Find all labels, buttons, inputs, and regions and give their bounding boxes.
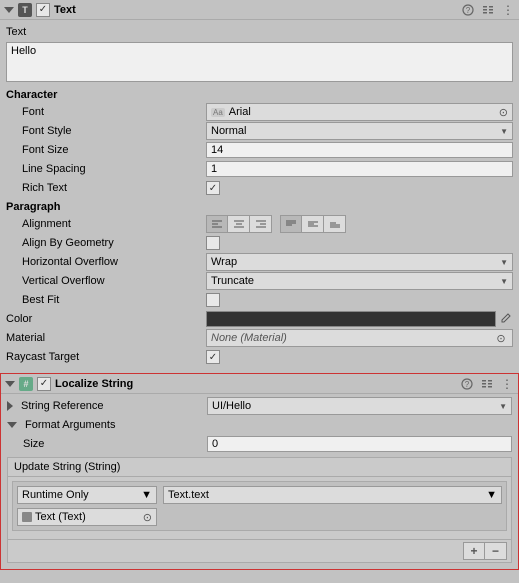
localize-component-header[interactable]: # ✓ Localize String ? ⋮ <box>1 374 518 394</box>
target-object-field[interactable]: Text (Text) ⊙ <box>17 508 157 526</box>
chevron-down-icon: ▼ <box>141 489 152 501</box>
remove-listener-button[interactable]: − <box>485 542 507 560</box>
stringref-dropdown[interactable]: UI/Hello ▼ <box>207 397 512 415</box>
localize-string-component: # ✓ Localize String ? ⋮ String Reference… <box>0 373 519 570</box>
hoverflow-value: Wrap <box>211 256 237 268</box>
richtext-checkbox[interactable]: ✓ <box>206 181 220 195</box>
font-value: Arial <box>229 106 251 118</box>
presets-icon[interactable] <box>481 3 495 17</box>
event-title: Update String (String) <box>8 458 511 477</box>
align-right-button[interactable] <box>250 215 272 233</box>
foldout-toggle[interactable] <box>7 401 13 411</box>
stringref-value: UI/Hello <box>212 400 251 412</box>
character-section: Character <box>6 89 513 101</box>
material-value: None (Material) <box>211 332 287 344</box>
foldout-toggle[interactable] <box>5 381 15 387</box>
align-center-button[interactable] <box>228 215 250 233</box>
text-textarea[interactable]: Hello <box>6 42 513 82</box>
alignment-label: Alignment <box>6 218 206 230</box>
material-label: Material <box>6 332 206 344</box>
hoverflow-dropdown[interactable]: Wrap ▼ <box>206 253 513 271</box>
fontstyle-dropdown[interactable]: Normal ▼ <box>206 122 513 140</box>
material-field[interactable]: None (Material) ⊙ <box>206 329 513 347</box>
richtext-label: Rich Text <box>6 182 206 194</box>
alignment-buttons <box>206 215 513 233</box>
chevron-down-icon: ▼ <box>499 402 507 411</box>
paragraph-section: Paragraph <box>6 201 513 213</box>
callstate-dropdown[interactable]: Runtime Only ▼ <box>17 486 157 504</box>
color-field[interactable] <box>206 311 496 327</box>
enable-checkbox[interactable]: ✓ <box>37 377 51 391</box>
fontsize-label: Font Size <box>6 144 206 156</box>
menu-icon[interactable]: ⋮ <box>500 377 514 391</box>
foldout-toggle[interactable] <box>7 422 17 428</box>
raycast-label: Raycast Target <box>6 351 206 363</box>
gameobject-icon <box>22 512 32 522</box>
bestfit-label: Best Fit <box>6 294 206 306</box>
voverflow-value: Truncate <box>211 275 254 287</box>
font-field[interactable]: Aa Arial ⊙ <box>206 103 513 121</box>
voverflow-label: Vertical Overflow <box>6 275 206 287</box>
font-label: Font <box>6 106 206 118</box>
event-listener-row: Runtime Only ▼ Text (Text) ⊙ Text.text ▼ <box>12 481 507 531</box>
color-label: Color <box>6 313 206 325</box>
enable-checkbox[interactable]: ✓ <box>36 3 50 17</box>
align-top-button[interactable] <box>280 215 302 233</box>
fontsize-input[interactable] <box>206 142 513 158</box>
text-component-header[interactable]: T ✓ Text ? ⋮ <box>0 0 519 20</box>
help-icon[interactable]: ? <box>461 3 475 17</box>
size-input[interactable] <box>207 436 512 452</box>
alignbygeom-label: Align By Geometry <box>6 237 206 249</box>
fontstyle-value: Normal <box>211 125 246 137</box>
add-listener-button[interactable]: + <box>463 542 485 560</box>
text-label: Text <box>6 26 206 38</box>
hoverflow-label: Horizontal Overflow <box>6 256 206 268</box>
font-asset-icon: Aa <box>211 108 225 117</box>
linespacing-input[interactable] <box>206 161 513 177</box>
foldout-toggle[interactable] <box>4 7 14 13</box>
component-title: Text <box>54 4 461 16</box>
target-value: Text (Text) <box>35 511 86 523</box>
help-icon[interactable]: ? <box>460 377 474 391</box>
unity-event-box: Update String (String) Runtime Only ▼ Te… <box>7 457 512 563</box>
chevron-down-icon: ▼ <box>486 489 497 501</box>
align-middle-button[interactable] <box>302 215 324 233</box>
fontstyle-label: Font Style <box>6 125 206 137</box>
svg-text:?: ? <box>465 380 470 389</box>
align-bottom-button[interactable] <box>324 215 346 233</box>
object-picker-icon[interactable]: ⊙ <box>143 511 152 524</box>
object-picker-icon[interactable]: ⊙ <box>499 106 508 119</box>
object-picker-icon[interactable]: ⊙ <box>494 332 508 345</box>
raycast-checkbox[interactable]: ✓ <box>206 350 220 364</box>
align-left-button[interactable] <box>206 215 228 233</box>
linespacing-label: Line Spacing <box>6 163 206 175</box>
chevron-down-icon: ▼ <box>500 277 508 286</box>
size-label: Size <box>7 438 207 450</box>
bestfit-checkbox[interactable] <box>206 293 220 307</box>
presets-icon[interactable] <box>480 377 494 391</box>
chevron-down-icon: ▼ <box>500 127 508 136</box>
component-title: Localize String <box>55 378 460 390</box>
svg-text:?: ? <box>466 6 471 15</box>
stringref-label: String Reference <box>21 400 104 412</box>
voverflow-dropdown[interactable]: Truncate ▼ <box>206 272 513 290</box>
function-value: Text.text <box>168 489 209 501</box>
function-dropdown[interactable]: Text.text ▼ <box>163 486 502 504</box>
localize-component-icon: # <box>19 377 33 391</box>
eyedropper-icon[interactable] <box>498 311 513 327</box>
alignbygeom-checkbox[interactable] <box>206 236 220 250</box>
text-component-icon: T <box>18 3 32 17</box>
menu-icon[interactable]: ⋮ <box>501 3 515 17</box>
chevron-down-icon: ▼ <box>500 258 508 267</box>
text-component: T ✓ Text ? ⋮ Text Hello Character Font A… <box>0 0 519 373</box>
callstate-value: Runtime Only <box>22 489 89 501</box>
formatargs-label: Format Arguments <box>25 419 115 431</box>
